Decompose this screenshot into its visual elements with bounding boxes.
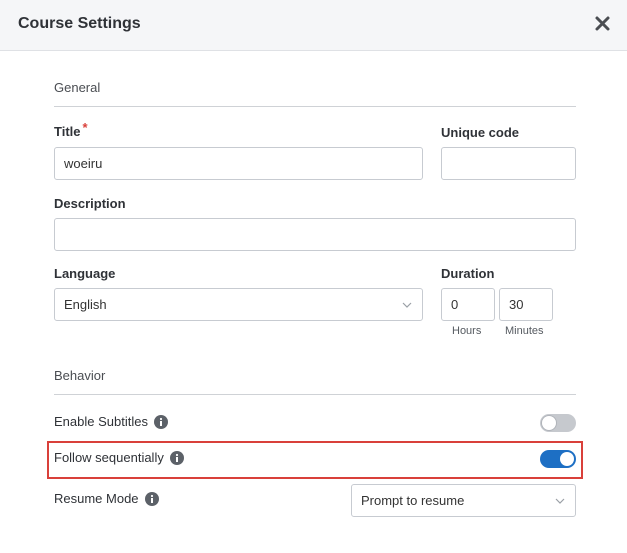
course-settings-dialog: Course Settings General Title* Unique co… [0, 0, 627, 553]
duration-minutes-input[interactable] [499, 288, 553, 321]
follow-sequentially-row: Follow sequentially [54, 450, 184, 465]
resume-mode-row: Resume Mode [54, 491, 159, 506]
dialog-title: Course Settings [18, 15, 141, 32]
resume-mode-label: Resume Mode [54, 491, 139, 506]
enable-subtitles-row: Enable Subtitles [54, 414, 168, 429]
resume-mode-select-value: Prompt to resume [361, 493, 465, 508]
minutes-label: Minutes [505, 325, 544, 337]
enable-subtitles-label: Enable Subtitles [54, 414, 148, 429]
language-label: Language [54, 266, 116, 281]
description-input[interactable] [54, 218, 576, 251]
chevron-down-icon [402, 302, 412, 308]
title-label-text: Title [54, 124, 81, 139]
behavior-section-label: Behavior [54, 368, 106, 383]
follow-sequentially-label: Follow sequentially [54, 450, 164, 465]
close-button[interactable] [594, 15, 611, 32]
behavior-divider [54, 394, 576, 395]
language-select-value: English [64, 297, 107, 312]
general-section-label: General [54, 80, 101, 95]
chevron-down-icon [555, 498, 565, 504]
language-select[interactable]: English [54, 288, 423, 321]
info-icon[interactable] [153, 414, 168, 429]
toggle-knob [560, 452, 574, 466]
close-icon [595, 16, 610, 31]
info-icon[interactable] [169, 450, 184, 465]
description-label: Description [54, 196, 126, 211]
general-divider [54, 106, 576, 107]
resume-mode-select[interactable]: Prompt to resume [351, 484, 576, 517]
info-icon[interactable] [144, 491, 159, 506]
dialog-header: Course Settings [0, 0, 627, 51]
follow-sequentially-toggle[interactable] [540, 450, 576, 468]
duration-hours-input[interactable] [441, 288, 495, 321]
required-mark: * [82, 120, 88, 135]
unique-code-label: Unique code [441, 125, 520, 140]
toggle-knob [542, 416, 556, 430]
title-label: Title * [54, 120, 88, 139]
unique-code-input[interactable] [441, 147, 576, 180]
title-input[interactable] [54, 147, 423, 180]
hours-label: Hours [452, 325, 482, 337]
enable-subtitles-toggle[interactable] [540, 414, 576, 432]
duration-label: Duration [441, 266, 495, 281]
